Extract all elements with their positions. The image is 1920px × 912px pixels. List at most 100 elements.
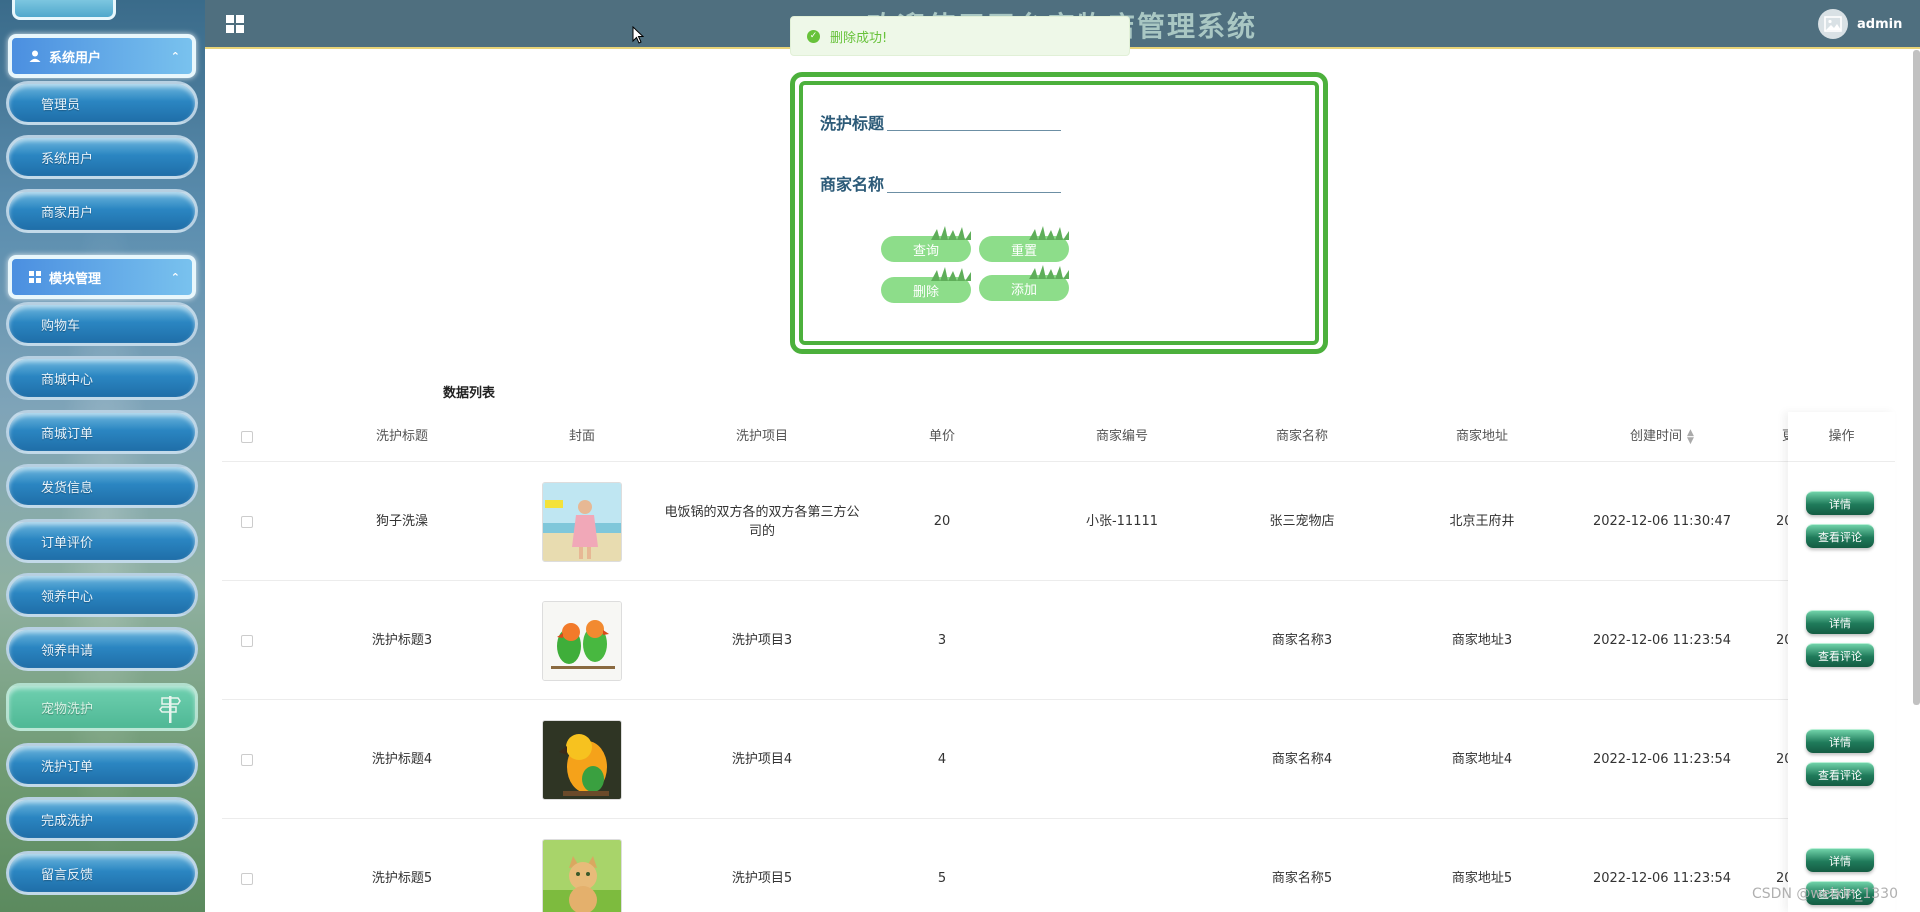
avatar[interactable] <box>1818 9 1848 39</box>
cell-merchant-name: 商家名称3 <box>1271 633 1333 648</box>
user-icon <box>29 50 41 62</box>
sidebar-item-merchant-users[interactable]: 商家用户 <box>6 189 198 233</box>
col-header-address: 商家地址 <box>1455 429 1508 444</box>
cell-merchant-no <box>1032 819 1212 912</box>
cover-image[interactable] <box>542 838 622 912</box>
table-row: 洗护标题4 洗护项目4 4 商家名称4 商家地址4 2022-12-06 11:… <box>222 700 1895 819</box>
add-button[interactable]: 添加 <box>979 265 1069 301</box>
cell-merchant-name: 商家名称5 <box>1271 871 1333 886</box>
sidebar-item-admin[interactable]: 管理员 <box>6 81 198 125</box>
sidebar-item-label: 洗护订单 <box>41 759 94 775</box>
col-header-title: 洗护标题 <box>375 429 428 444</box>
cell-created: 2022-12-06 11:23:54 <box>1592 871 1732 886</box>
cell-project: 洗护项目5 <box>731 871 793 886</box>
query-button[interactable]: 查询 <box>881 226 971 262</box>
row-checkbox[interactable] <box>238 819 256 912</box>
detail-button[interactable]: 详情 <box>1806 729 1874 753</box>
sidebar-item-label: 留言反馈 <box>41 867 94 883</box>
cell-title: 洗护标题3 <box>371 633 433 648</box>
cell-address: 商家地址4 <box>1451 752 1513 767</box>
sidebar-item-mall[interactable]: 商城中心 <box>6 356 198 400</box>
sidebar-item-mall-orders[interactable]: 商城订单 <box>6 410 198 454</box>
col-header-price: 单价 <box>928 429 955 444</box>
row-checkbox[interactable] <box>238 581 256 700</box>
sidebar-item-grooming-orders[interactable]: 洗护订单 <box>6 743 198 787</box>
sidebar-item-label: 宠物洗护 <box>41 701 94 717</box>
query-label: 查询 <box>912 243 939 259</box>
menu-grid-icon[interactable] <box>226 15 244 33</box>
merchant-search-input[interactable] <box>887 165 1061 193</box>
cover-image[interactable] <box>542 481 622 562</box>
detail-button[interactable]: 详情 <box>1806 610 1874 634</box>
sidebar: 系统用户 ⌃ 管理员 系统用户 商家用户 模块管理 ⌃ 购物车 商城中心 商城订… <box>0 0 205 912</box>
detail-button[interactable]: 详情 <box>1806 848 1874 872</box>
detail-button[interactable]: 详情 <box>1806 491 1874 515</box>
table-header: 洗护标题 封面 洗护项目 单价 商家编号 商家名称 商家地址 创建时间▲▼ 更新 <box>222 412 1895 462</box>
grass-icon <box>1029 226 1069 240</box>
cell-title: 洗护标题5 <box>371 871 433 886</box>
delete-button[interactable]: 删除 <box>881 267 971 303</box>
search-panel: 洗护标题 商家名称 查询 重置 删除 添加 <box>790 72 1328 354</box>
check-circle-icon: ✓ <box>807 29 820 43</box>
cover-image[interactable] <box>542 719 622 800</box>
col-header-created-label: 创建时间 <box>1630 429 1683 444</box>
page-scrollbar[interactable] <box>1913 50 1920 705</box>
cell-price: 5 <box>937 871 947 886</box>
cell-title: 洗护标题4 <box>371 752 433 767</box>
cell-project: 洗护项目3 <box>731 633 793 648</box>
sidebar-item-adoption-center[interactable]: 领养中心 <box>6 573 198 617</box>
cell-created: 2022-12-06 11:23:54 <box>1592 633 1732 648</box>
sidebar-group-system-users[interactable]: 系统用户 ⌃ <box>8 34 196 78</box>
sidebar-item-label: 商城订单 <box>41 426 94 442</box>
actions-column: 操作 详情 查看评论 详情 查看评论 详情 查看评论 详情 查看评论 <box>1788 412 1895 912</box>
sort-icon[interactable]: ▲ ▼ <box>1687 428 1694 445</box>
view-comments-button[interactable]: 查看评论 <box>1806 524 1874 548</box>
cell-merchant-no <box>1032 581 1212 700</box>
row-checkbox[interactable] <box>238 462 256 581</box>
sidebar-group-label: 系统用户 <box>49 50 102 66</box>
sidebar-item-label: 商城中心 <box>41 372 94 388</box>
row-checkbox[interactable] <box>238 700 256 819</box>
cell-cover[interactable] <box>492 700 672 819</box>
sidebar-item-grooming-done[interactable]: 完成洗护 <box>6 797 198 841</box>
sidebar-item-label: 购物车 <box>41 318 81 334</box>
title-search-input[interactable] <box>887 103 1061 131</box>
cell-created: 2022-12-06 11:30:47 <box>1592 514 1732 529</box>
sidebar-item-label: 发货信息 <box>41 480 94 496</box>
sidebar-item-shipping[interactable]: 发货信息 <box>6 464 198 508</box>
sidebar-group-modules[interactable]: 模块管理 ⌃ <box>8 255 196 299</box>
sidebar-item-system-users[interactable]: 系统用户 <box>6 135 198 179</box>
col-header-actions: 操作 <box>1788 412 1895 462</box>
sidebar-item-order-reviews[interactable]: 订单评价 <box>6 519 198 563</box>
sidebar-item-adoption-apply[interactable]: 领养申请 <box>6 627 198 671</box>
cell-merchant-no <box>1032 700 1212 819</box>
cell-address: 北京王府井 <box>1449 514 1515 529</box>
cell-merchant-no: 小张-11111 <box>1085 514 1159 529</box>
title-label: 洗护标题 <box>820 114 885 133</box>
user-name[interactable]: admin <box>1857 17 1902 32</box>
grass-icon <box>931 267 971 281</box>
signpost-icon <box>159 696 181 723</box>
cell-cover[interactable] <box>492 819 672 912</box>
cell-price: 4 <box>937 752 947 767</box>
cell-address: 商家地址5 <box>1451 871 1513 886</box>
reset-label: 重置 <box>1010 243 1037 259</box>
sidebar-item-partial-top[interactable] <box>12 0 116 20</box>
reset-button[interactable]: 重置 <box>979 226 1069 262</box>
grass-icon <box>931 226 971 240</box>
view-comments-button[interactable]: 查看评论 <box>1806 643 1874 667</box>
watermark: CSDN @weixin_1330 <box>1752 886 1898 902</box>
sidebar-item-feedback[interactable]: 留言反馈 <box>6 851 198 895</box>
cell-cover[interactable] <box>492 581 672 700</box>
sidebar-item-label: 领养申请 <box>41 643 94 659</box>
cell-merchant-name: 商家名称4 <box>1271 752 1333 767</box>
table-row: 洗护标题3 洗护项目3 3 商家名称3 商家地址3 2022-12-06 11:… <box>222 581 1895 700</box>
cover-image[interactable] <box>542 600 622 681</box>
select-all-checkbox[interactable] <box>238 412 256 462</box>
cell-address: 商家地址3 <box>1451 633 1513 648</box>
col-header-created[interactable]: 创建时间 ▲ ▼ <box>1572 412 1752 462</box>
sidebar-item-label: 管理员 <box>41 97 81 113</box>
sidebar-item-cart[interactable]: 购物车 <box>6 302 198 346</box>
sidebar-item-pet-grooming[interactable]: 宠物洗护 <box>6 683 198 731</box>
view-comments-button[interactable]: 查看评论 <box>1806 762 1874 786</box>
